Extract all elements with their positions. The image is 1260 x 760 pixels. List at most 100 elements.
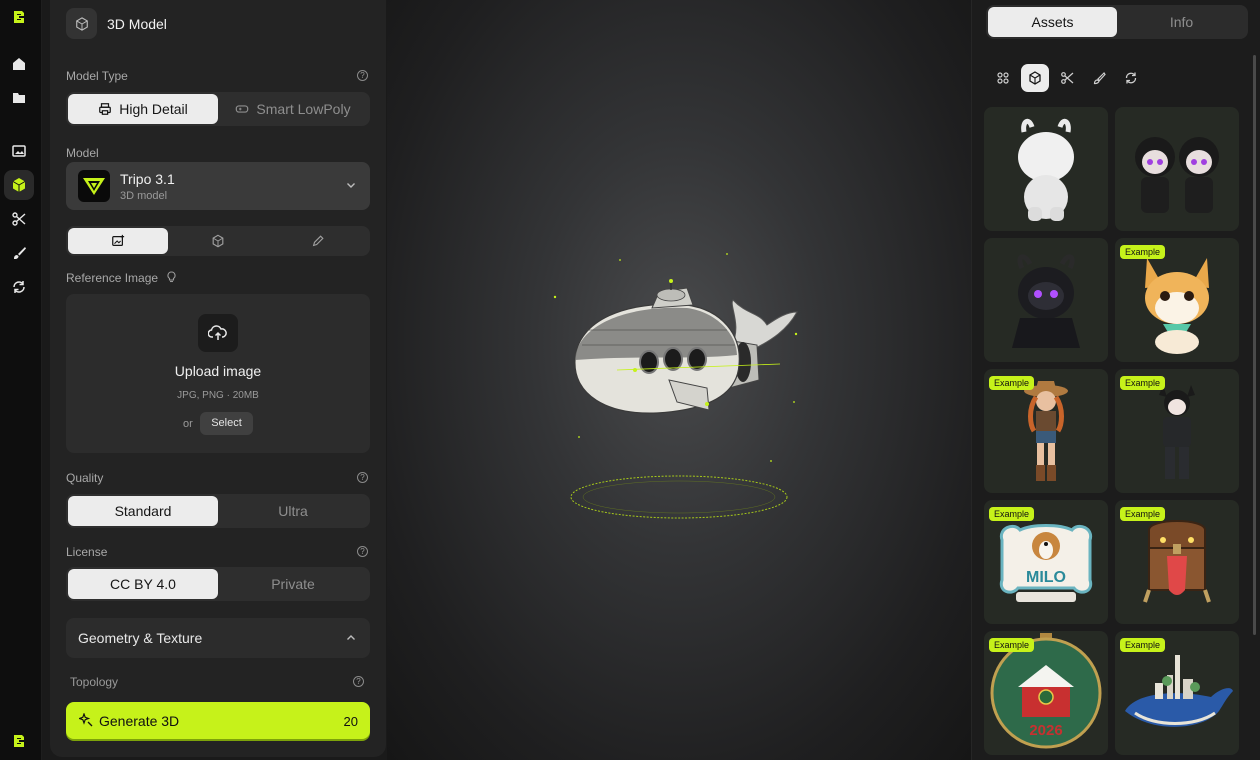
example-badge: Example xyxy=(989,507,1035,521)
asset-card[interactable]: Example xyxy=(1115,500,1239,624)
upload-cloud-icon xyxy=(198,314,238,352)
tab-multiview-input[interactable] xyxy=(168,228,268,254)
svg-text:MILO: MILO xyxy=(1026,569,1066,586)
model-type-smart-lowpoly[interactable]: Smart LowPoly xyxy=(218,94,368,124)
generate-label: Generate 3D xyxy=(99,713,180,729)
generate-3d-button[interactable]: Generate 3D 20 xyxy=(66,702,370,739)
license-private[interactable]: Private xyxy=(218,569,368,599)
scissors-icon xyxy=(1061,72,1074,84)
cube-icon[interactable] xyxy=(4,170,34,200)
asset-card[interactable]: Example xyxy=(1115,369,1239,493)
dark-twin-figures-thumbnail xyxy=(1135,137,1219,213)
3d-viewport[interactable] xyxy=(387,0,971,760)
asset-card[interactable]: Example xyxy=(1115,238,1239,362)
scissors-icon[interactable] xyxy=(4,204,34,234)
model-select[interactable]: Tripo 3.1 3D model xyxy=(66,162,370,210)
cube-icon xyxy=(212,234,224,248)
license-label: License xyxy=(66,545,108,559)
help-icon[interactable]: ? xyxy=(357,70,368,81)
tab-assets[interactable]: Assets xyxy=(988,7,1117,37)
model-type-label: Model Type xyxy=(66,69,128,83)
asset-card[interactable] xyxy=(984,238,1108,362)
filter-all[interactable] xyxy=(989,64,1017,92)
filter-texture[interactable] xyxy=(1085,64,1113,92)
reference-image-text: Reference Image xyxy=(66,271,159,285)
home-icon[interactable] xyxy=(4,49,34,79)
quality-ultra[interactable]: Ultra xyxy=(218,496,368,526)
asset-card[interactable] xyxy=(984,107,1108,231)
model-subtitle: 3D model xyxy=(120,190,168,202)
cube-icon xyxy=(66,8,97,39)
asset-card[interactable]: Example xyxy=(984,369,1108,493)
geometry-texture-accordion[interactable]: Geometry & Texture xyxy=(66,618,370,658)
license-cc-by[interactable]: CC BY 4.0 xyxy=(68,569,218,599)
pencil-icon xyxy=(312,235,324,247)
quality-toggle: Standard Ultra xyxy=(66,494,370,528)
tab-image-input[interactable] xyxy=(68,228,168,254)
refresh-icon xyxy=(1125,72,1137,84)
page-title: 3D Model xyxy=(107,15,167,32)
grid-icon xyxy=(997,72,1009,84)
app-window: 3D Model Model Type ? High Detail Smart … xyxy=(0,0,1260,760)
option-label: High Detail xyxy=(119,101,188,117)
credit-cost: 20 xyxy=(343,714,358,729)
filter-segment[interactable] xyxy=(1053,64,1081,92)
help-icon[interactable]: ? xyxy=(357,546,368,557)
refresh-icon[interactable] xyxy=(4,272,34,302)
help-icon[interactable]: ? xyxy=(353,676,364,687)
reference-image-label: Reference Image xyxy=(66,271,177,285)
model-type-toggle: High Detail Smart LowPoly xyxy=(66,92,370,126)
tab-info[interactable]: Info xyxy=(1117,7,1246,37)
example-badge: Example xyxy=(1120,507,1166,521)
upload-formats: JPG, PNG · 20MB xyxy=(177,390,259,401)
example-badge: Example xyxy=(1120,638,1166,652)
quality-label: Quality xyxy=(66,471,104,485)
dark-horned-creature-thumbnail xyxy=(1012,254,1080,348)
sparkle-icon xyxy=(79,713,93,727)
example-badge: Example xyxy=(1120,245,1166,259)
example-badge: Example xyxy=(989,376,1035,390)
filter-retopology[interactable] xyxy=(1117,64,1145,92)
filter-3d-models[interactable] xyxy=(1021,64,1049,92)
model-label: Model xyxy=(66,146,99,160)
chevron-down-icon xyxy=(347,183,355,188)
folder-icon[interactable] xyxy=(4,83,34,113)
select-file-button[interactable]: Select xyxy=(200,412,253,435)
or-text: or xyxy=(183,418,193,430)
white-horned-figure-thumbnail xyxy=(1018,118,1074,221)
assets-scrollbar[interactable] xyxy=(1253,55,1256,635)
panel-header: 3D Model xyxy=(66,8,167,39)
asset-card[interactable]: Example xyxy=(1115,631,1239,755)
help-icon[interactable]: ? xyxy=(357,472,368,483)
license-toggle: CC BY 4.0 Private xyxy=(66,567,370,601)
cube-icon xyxy=(1029,71,1041,85)
left-rail xyxy=(0,0,42,760)
tab-text-input[interactable] xyxy=(268,228,368,254)
input-mode-tabs xyxy=(66,226,370,256)
assets-panel: Assets Info Example Example Example MILO… xyxy=(971,0,1260,760)
brush-icon[interactable] xyxy=(4,238,34,268)
option-label: Smart LowPoly xyxy=(256,101,351,117)
upload-dropzone[interactable]: Upload image JPG, PNG · 20MB or Select xyxy=(66,294,370,453)
asset-card[interactable] xyxy=(1115,107,1239,231)
quality-standard[interactable]: Standard xyxy=(68,496,218,526)
chevron-up-icon xyxy=(347,635,355,640)
logo-icon[interactable] xyxy=(4,726,34,756)
image-icon[interactable] xyxy=(4,136,34,166)
model-type-high-detail[interactable]: High Detail xyxy=(68,94,218,124)
upload-title: Upload image xyxy=(174,363,262,379)
right-tabs: Assets Info xyxy=(986,5,1248,39)
logo-icon[interactable] xyxy=(4,2,34,32)
topology-label: Topology xyxy=(70,675,119,689)
gamepad-icon xyxy=(236,105,249,113)
printer-icon xyxy=(99,103,112,115)
lightbulb-icon[interactable] xyxy=(166,271,177,283)
asset-card[interactable]: 2026 Example xyxy=(984,631,1108,755)
svg-text:2026: 2026 xyxy=(1029,722,1062,739)
asset-card[interactable]: MILO Example xyxy=(984,500,1108,624)
generation-panel: 3D Model Model Type ? High Detail Smart … xyxy=(50,0,386,757)
brush-icon xyxy=(1093,72,1106,85)
example-badge: Example xyxy=(1120,376,1166,390)
submarine-whale-model[interactable] xyxy=(387,0,971,760)
example-badge: Example xyxy=(989,638,1035,652)
